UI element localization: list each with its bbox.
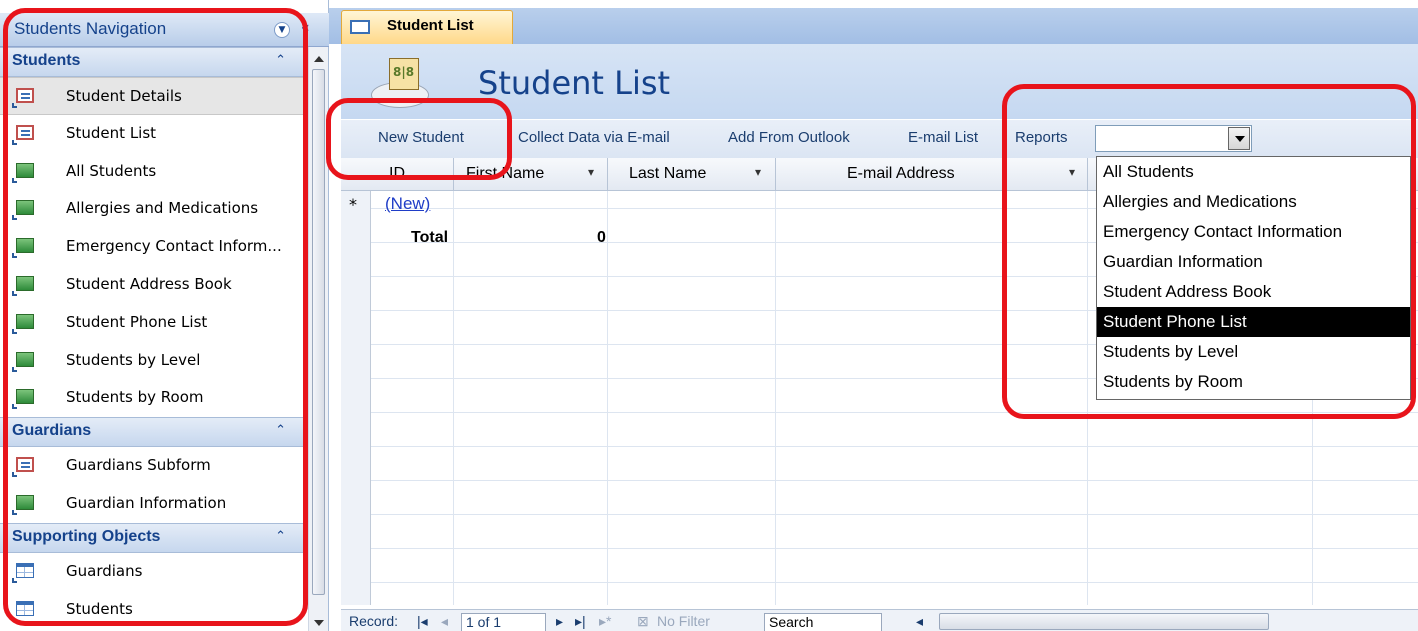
search-input[interactable]: Search <box>764 613 882 631</box>
scroll-thumb[interactable] <box>312 69 325 595</box>
header-divider[interactable] <box>607 158 608 191</box>
column-divider <box>607 158 608 605</box>
record-label: Record: <box>349 613 399 629</box>
sort-arrow-icon[interactable]: ▾ <box>588 165 594 179</box>
annotation-outline-reports <box>1002 84 1416 419</box>
horizontal-scrollbar[interactable] <box>939 613 1269 630</box>
column-header-email[interactable]: E-mail Address <box>847 165 955 183</box>
annotation-outline-navigation <box>3 8 308 626</box>
document-tab-strip: Student List <box>329 0 1418 44</box>
page-title: Student List <box>478 64 671 102</box>
current-record-input[interactable]: 1 of 1 <box>461 613 546 631</box>
scroll-left-icon[interactable]: ◂ <box>916 613 923 630</box>
collect-data-button[interactable]: Collect Data via E-mail <box>518 129 670 146</box>
record-selector-column[interactable] <box>341 158 371 605</box>
record-navigation-bar: Record: |◂ ◂ 1 of 1 ▸ ▸| ▸* ⊠ No Filter … <box>341 609 1418 631</box>
total-row-label: Total <box>411 229 449 246</box>
form-icon <box>350 20 370 34</box>
sort-arrow-icon[interactable]: ▾ <box>755 165 761 179</box>
total-row-value[interactable]: 0 <box>597 229 606 247</box>
tab-student-list[interactable]: Student List <box>341 10 513 44</box>
first-record-icon[interactable]: |◂ <box>417 613 428 630</box>
column-header-last-name[interactable]: Last Name <box>629 165 706 183</box>
header-divider[interactable] <box>775 158 776 191</box>
add-from-outlook-button[interactable]: Add From Outlook <box>728 129 850 146</box>
new-record-icon[interactable]: ▸* <box>599 613 611 630</box>
last-record-icon[interactable]: ▸| <box>575 613 586 630</box>
filter-status[interactable]: No Filter <box>657 613 710 629</box>
nav-scrollbar[interactable] <box>308 47 328 631</box>
column-divider <box>453 158 454 605</box>
filter-icon[interactable]: ⊠ <box>637 613 649 630</box>
next-record-icon[interactable]: ▸ <box>556 613 563 630</box>
new-record-marker: * <box>349 195 357 214</box>
scroll-down-icon[interactable] <box>314 620 324 626</box>
icon-book <box>389 58 419 90</box>
email-list-button[interactable]: E-mail List <box>908 129 978 146</box>
current-record-value: 1 of 1 <box>466 614 502 630</box>
new-record-link[interactable]: (New) <box>385 194 430 214</box>
column-divider <box>775 158 776 605</box>
scroll-up-icon[interactable] <box>314 56 324 62</box>
tab-label: Student List <box>387 17 474 34</box>
previous-record-icon[interactable]: ◂ <box>441 613 448 630</box>
search-label: Search <box>769 614 814 630</box>
annotation-outline-new-student <box>326 98 512 180</box>
